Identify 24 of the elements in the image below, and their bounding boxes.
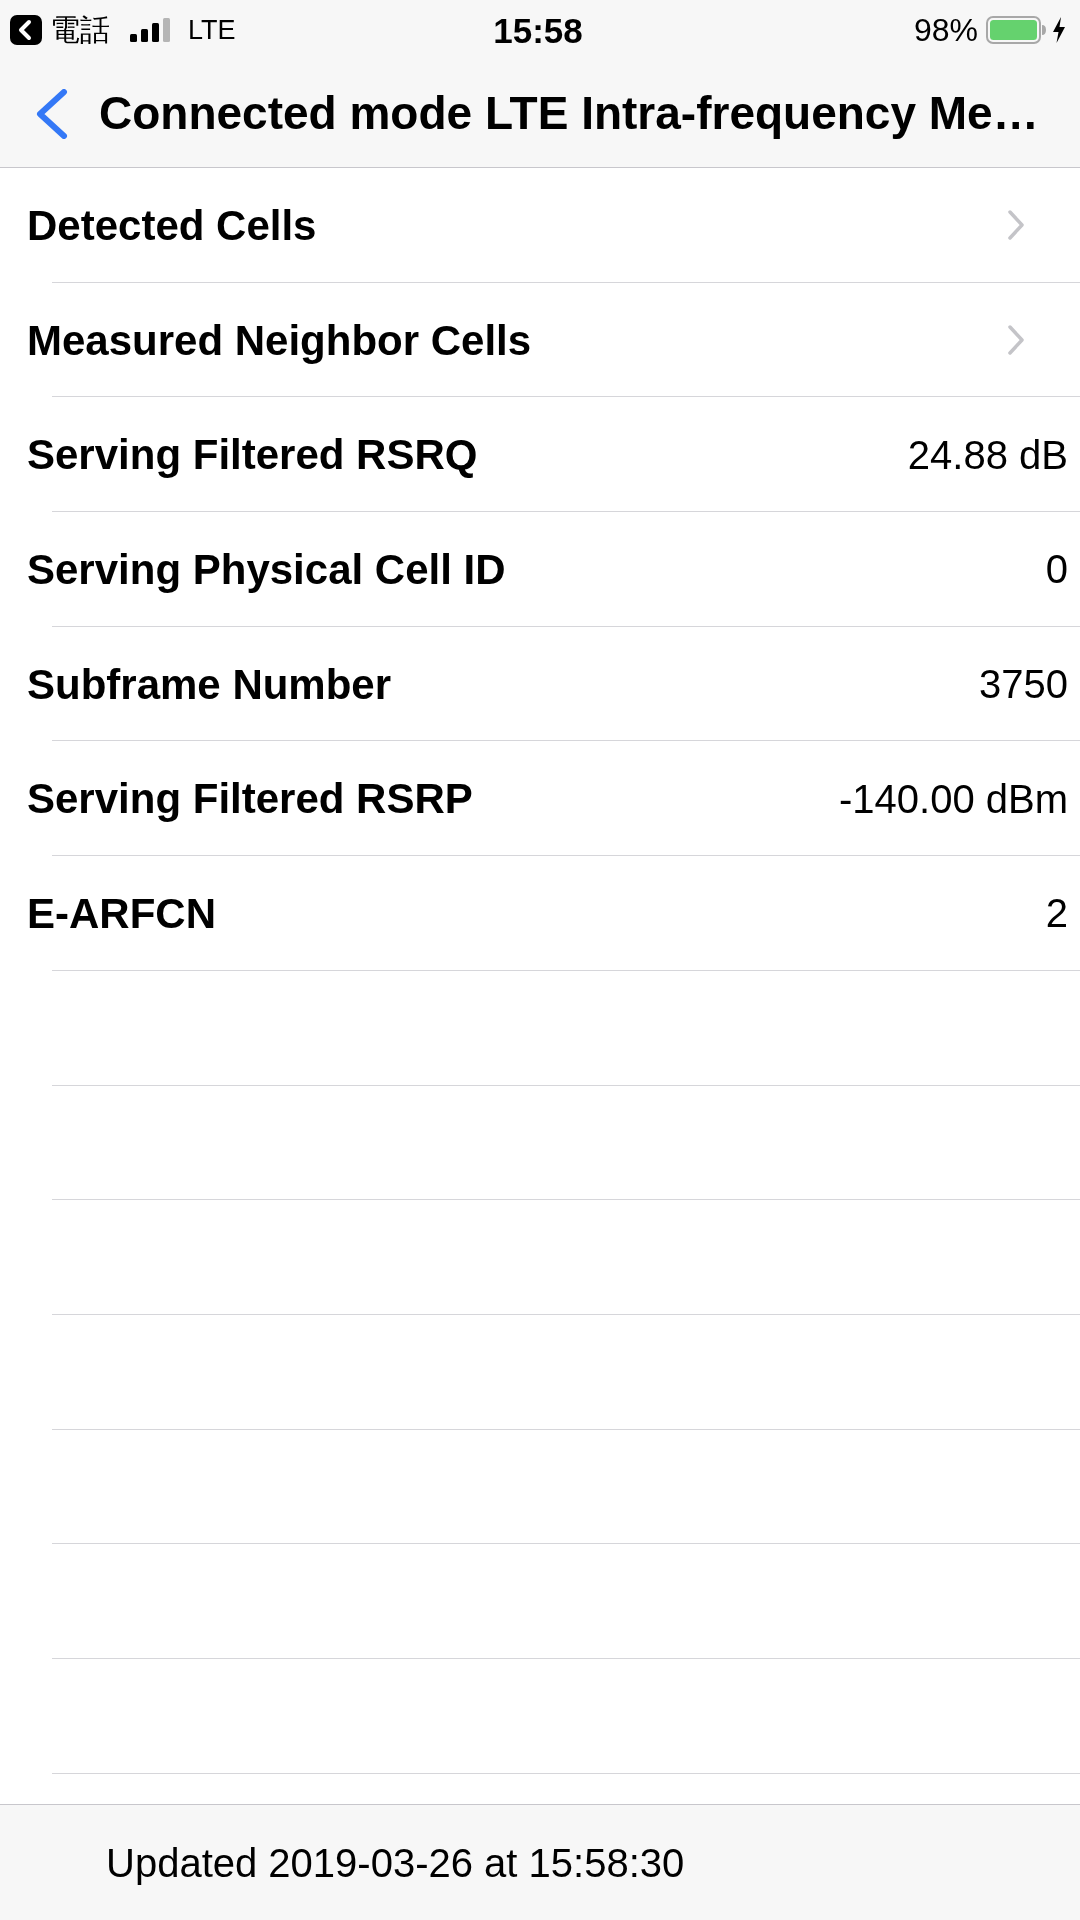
- row-label: Serving Filtered RSRP: [27, 774, 473, 825]
- row-label: Serving Physical Cell ID: [27, 544, 506, 595]
- row-label: Subframe Number: [27, 659, 392, 710]
- row-label: E-ARFCN: [27, 888, 216, 939]
- row-value: -140.00 dBm: [838, 775, 1068, 823]
- battery-percent: 98%: [913, 14, 978, 46]
- row-value: 2: [1045, 890, 1068, 938]
- updated-text: Updated 2019-03-26 at 15:58:30: [106, 1839, 685, 1887]
- row-label: Serving Filtered RSRQ: [27, 430, 478, 481]
- list-item[interactable]: Measured Neighbor Cells: [0, 282, 1080, 398]
- chevron-right-icon: [1007, 209, 1025, 242]
- back-app-link[interactable]: 電話: [50, 15, 110, 45]
- signal-icon: [130, 18, 172, 42]
- row-value: 24.88 dB: [907, 431, 1068, 479]
- list-item[interactable]: Detected Cells: [0, 168, 1080, 283]
- clock-text: 15:58: [493, 12, 583, 48]
- back-icon[interactable]: [10, 15, 42, 45]
- battery-icon: [986, 16, 1046, 44]
- page-title: Connected mode LTE Intra-frequency Me…: [99, 87, 1039, 140]
- chevron-right-icon: [1007, 324, 1025, 357]
- back-chevron-icon[interactable]: [34, 88, 68, 139]
- row-value: 3750: [979, 661, 1068, 709]
- row-value: 0: [1045, 546, 1068, 594]
- network-type: LTE: [188, 16, 236, 44]
